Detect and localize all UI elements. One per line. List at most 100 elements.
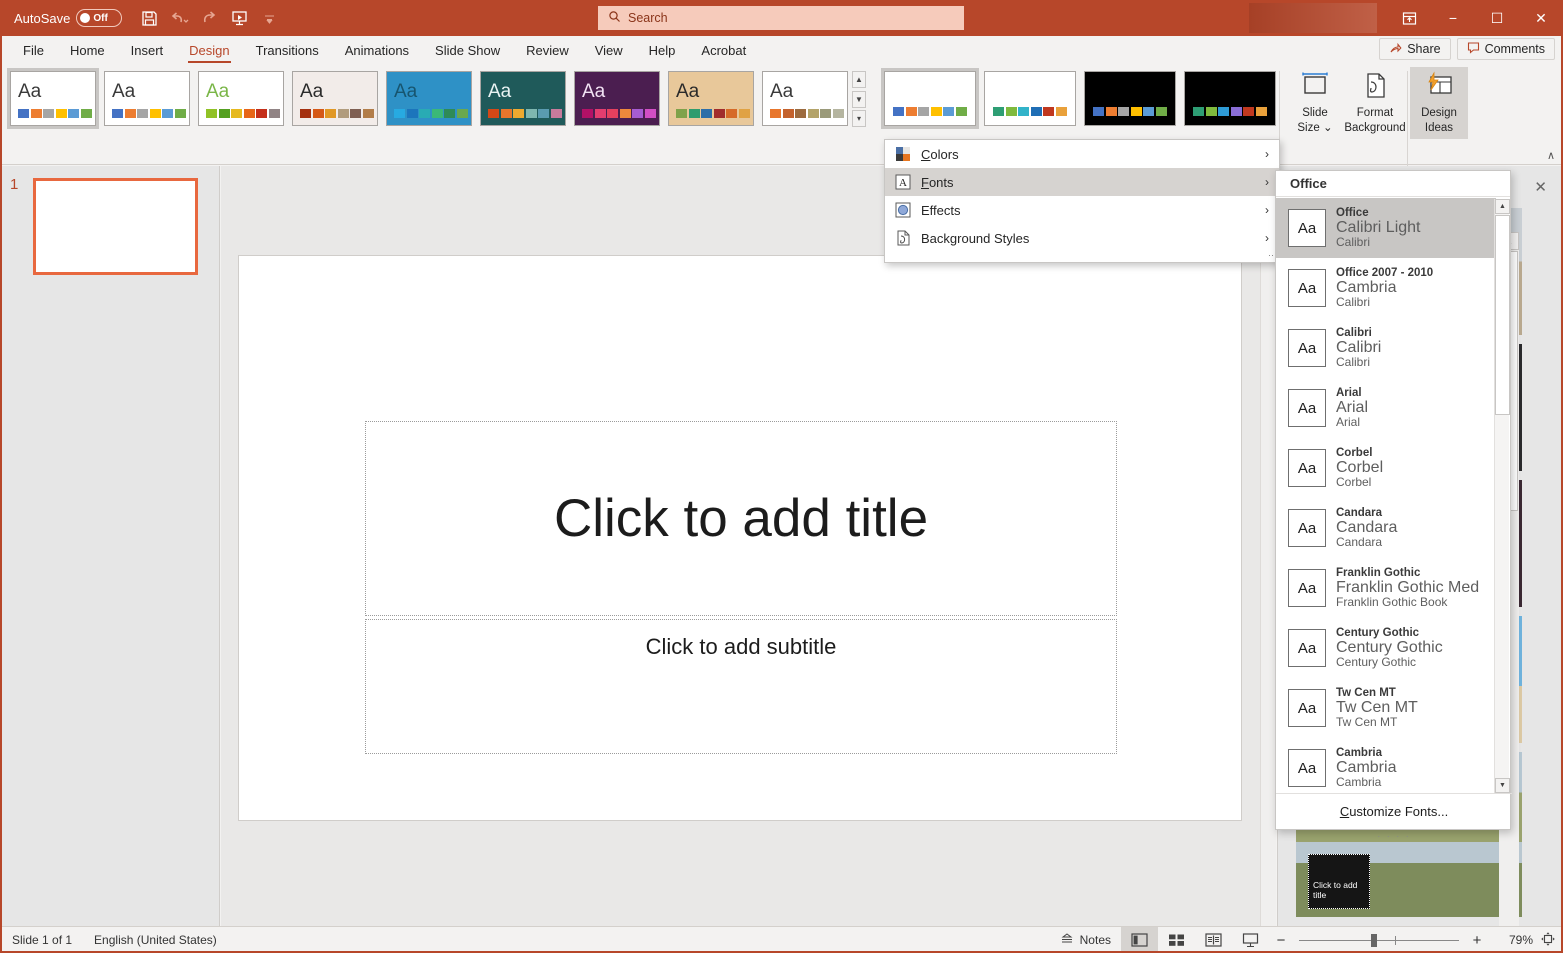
font-panel-resize-grip[interactable]: · · · · [1276,831,1512,841]
themes-scroll-up-icon[interactable]: ▲ [852,71,866,88]
font-list-scrollbar[interactable]: ▲ ▼ [1494,199,1509,793]
ribbon-tab-design[interactable]: Design [176,36,242,65]
designer-suggestion-6[interactable]: Click to add title [1296,842,1522,917]
share-button[interactable]: Share [1379,38,1450,60]
font-list[interactable]: AaOfficeCalibri LightCalibriAaOffice 200… [1276,198,1496,795]
notes-label: Notes [1080,933,1111,947]
slide-canvas[interactable]: Click to add title Click to add subtitle [239,256,1241,820]
themes-gallery[interactable]: AaAaAaAaAaAaAaAaAa [10,71,848,129]
menu-item-fonts[interactable]: AFonts› [885,168,1279,196]
font-scheme-arial[interactable]: AaArialArialArial [1276,378,1496,438]
font-scheme-tw-cen-mt[interactable]: AaTw Cen MTTw Cen MTTw Cen MT [1276,678,1496,738]
ribbon-tab-acrobat[interactable]: Acrobat [688,36,759,65]
comments-button[interactable]: Comments [1457,38,1555,60]
close-button[interactable]: ✕ [1519,0,1563,36]
theme-variant-2[interactable] [984,71,1076,126]
font-scroll-thumb[interactable] [1495,215,1510,415]
slide-thumbnail-number: 1 [10,176,18,193]
themes-scroll-down-icon[interactable]: ▼ [852,91,866,108]
font-minor: Corbel [1336,476,1383,489]
subtitle-placeholder[interactable]: Click to add subtitle [365,619,1117,754]
theme-office-theme-2[interactable]: Aa [104,71,190,126]
zoom-slider[interactable] [1299,940,1459,941]
zoom-out-button[interactable]: − [1269,932,1293,949]
font-scheme-office[interactable]: AaOfficeCalibri LightCalibri [1276,198,1496,258]
customize-fonts-button[interactable]: Customize Fonts... [1276,793,1512,829]
theme-wisp-theme[interactable]: Aa [292,71,378,126]
ribbon-tab-transitions[interactable]: Transitions [243,36,332,65]
zoom-track[interactable] [1299,940,1459,941]
zoom-midpoint-tick [1395,936,1396,945]
undo-icon[interactable] [164,4,194,32]
theme-variant-4[interactable] [1184,71,1276,126]
font-scheme-calibri[interactable]: AaCalibriCalibriCalibri [1276,318,1496,378]
save-icon[interactable] [134,4,164,32]
theme-ion-boardroom-theme[interactable]: Aa [480,71,566,126]
account-chip[interactable] [1249,3,1377,33]
start-presentation-icon[interactable] [224,4,254,32]
editor-vertical-scrollbar[interactable] [1260,166,1276,926]
themes-gallery-scroll[interactable]: ▲ ▼ ▾ [852,71,866,127]
font-scroll-down-icon[interactable]: ▼ [1495,778,1510,793]
collapse-ribbon-icon[interactable]: ∧ [1547,149,1555,162]
format-background-button[interactable]: Format Background [1347,67,1403,136]
font-scheme-century-gothic[interactable]: AaCentury GothicCentury GothicCentury Go… [1276,618,1496,678]
autosave-control[interactable]: AutoSave Off [14,9,122,27]
theme-ion-theme[interactable]: Aa [574,71,660,126]
customize-qat-icon[interactable] [254,4,284,32]
theme-droplet-theme[interactable]: Aa [386,71,472,126]
notes-button[interactable]: Notes [1050,927,1121,953]
slide-sorter-button[interactable] [1158,927,1195,953]
quick-access-toolbar [134,4,284,32]
ribbon-tab-file[interactable]: File [10,36,57,65]
customize-fonts-mnemonic: C [1340,804,1349,819]
search-icon [608,10,621,26]
theme-berlin-theme[interactable]: Aa [762,71,848,126]
restore-button[interactable]: ☐ [1475,0,1519,36]
reading-view-button[interactable] [1195,927,1232,953]
themes-more-icon[interactable]: ▾ [852,110,866,127]
theme-office-theme[interactable]: Aa [10,71,96,126]
menu-item-colors[interactable]: Colors› [885,140,1279,168]
ribbon-tab-review[interactable]: Review [513,36,582,65]
language-label[interactable]: English (United States) [94,933,217,947]
ribbon-tab-help[interactable]: Help [636,36,689,65]
search-input[interactable]: Search [598,6,964,30]
font-scheme-candara[interactable]: AaCandaraCandaraCandara [1276,498,1496,558]
zoom-handle[interactable] [1371,934,1377,947]
font-scheme-franklin-gothic[interactable]: AaFranklin GothicFranklin Gothic MedFran… [1276,558,1496,618]
theme-variant-3[interactable] [1084,71,1176,126]
fit-slide-to-window-icon[interactable] [1533,931,1563,950]
background-styles-icon [895,230,911,246]
redo-icon[interactable] [194,4,224,32]
theme-variant-1[interactable] [884,71,976,126]
autosave-toggle[interactable]: Off [76,9,122,27]
theme-preview-glyph: Aa [676,81,699,103]
normal-view-button[interactable] [1121,927,1158,953]
slideshow-button[interactable] [1232,927,1269,953]
theme-facet-theme[interactable]: Aa [198,71,284,126]
title-placeholder[interactable]: Click to add title [365,421,1117,616]
font-scheme-cambria[interactable]: AaCambriaCambriaCambria [1276,738,1496,795]
ribbon-tab-view[interactable]: View [582,36,636,65]
font-scheme-office-2007-2010[interactable]: AaOffice 2007 - 2010CambriaCalibri [1276,258,1496,318]
theme-preview-glyph: Aa [112,81,135,103]
ribbon-tab-insert[interactable]: Insert [118,36,177,65]
slide-size-button[interactable]: Slide Size ⌄ [1287,67,1343,136]
menu-item-effects[interactable]: Effects› [885,196,1279,224]
design-ideas-button[interactable]: Design Ideas [1410,67,1468,139]
menu-item-background-styles[interactable]: Background Styles› [885,224,1279,252]
ribbon-tab-home[interactable]: Home [57,36,118,65]
ribbon-display-options-icon[interactable] [1387,0,1431,36]
zoom-in-button[interactable]: + [1465,932,1489,949]
zoom-level-label[interactable]: 79% [1489,933,1533,947]
slide-thumbnail-1[interactable] [33,178,198,275]
variants-gallery[interactable] [884,71,1276,126]
font-scroll-up-icon[interactable]: ▲ [1495,199,1510,214]
font-scheme-corbel[interactable]: AaCorbelCorbelCorbel [1276,438,1496,498]
minimize-button[interactable]: − [1431,0,1475,36]
designer-close-icon[interactable]: ✕ [1534,178,1547,196]
ribbon-tab-animations[interactable]: Animations [332,36,422,65]
ribbon-tab-slide-show[interactable]: Slide Show [422,36,513,65]
theme-quotable-theme[interactable]: Aa [668,71,754,126]
